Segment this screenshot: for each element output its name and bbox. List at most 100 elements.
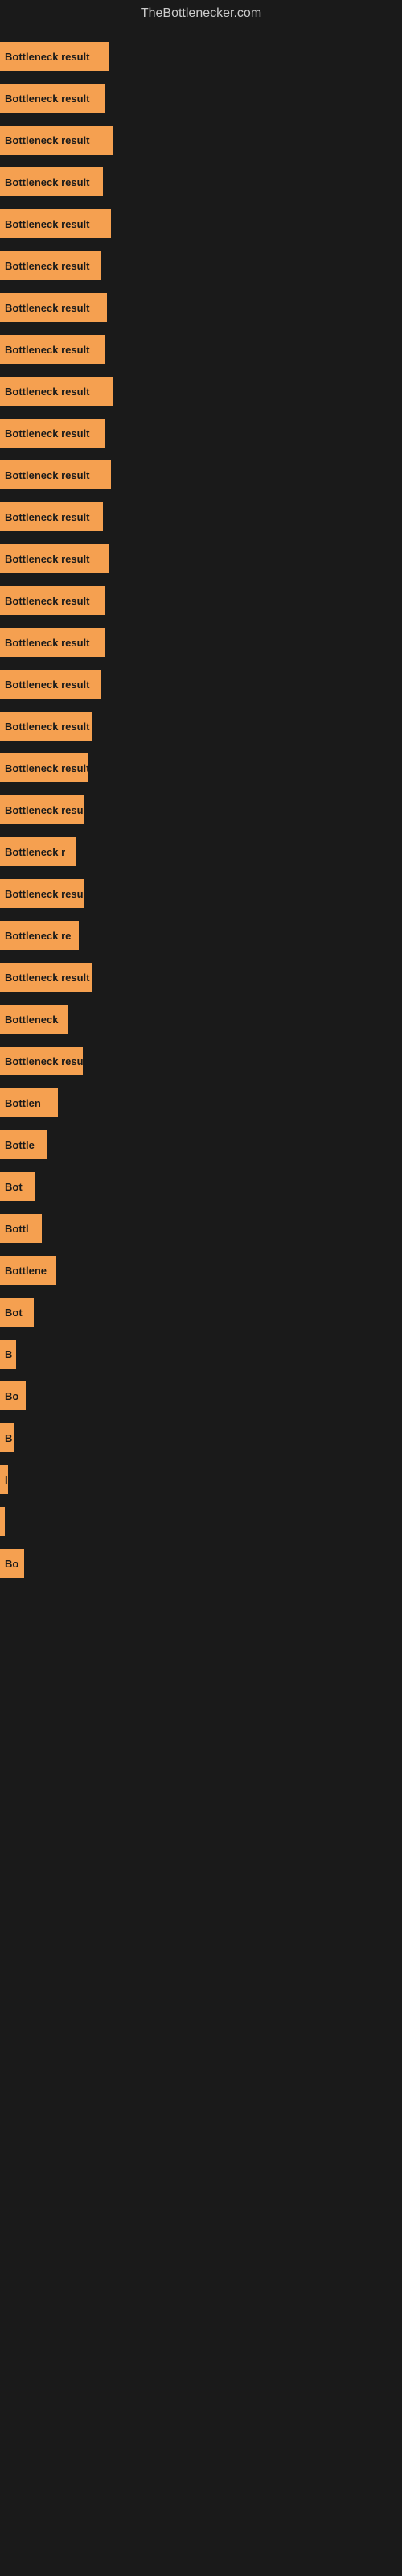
bottleneck-bar: Bot — [0, 1298, 34, 1327]
bar-label: Bo — [5, 1558, 18, 1570]
bar-label: I — [5, 1474, 8, 1486]
bar-row: Bottleneck resu — [0, 873, 402, 914]
bar-label: Bottleneck result — [5, 176, 89, 188]
bar-label: Bottleneck result — [5, 511, 89, 523]
bar-label: Bottleneck resu — [5, 888, 84, 900]
bar-label: Bottleneck resu — [5, 804, 84, 816]
bottleneck-bar: Bottleneck result — [0, 419, 105, 448]
bar-row: Bottleneck result — [0, 287, 402, 328]
bar-label: Bottleneck result — [5, 595, 89, 607]
bar-label: Bottleneck result — [5, 344, 89, 356]
bar-label: Bottleneck result — [5, 134, 89, 147]
bottleneck-bar: Bottl — [0, 1214, 42, 1243]
bar-row: Bottleneck result — [0, 370, 402, 412]
bar-label: Bottleneck result — [5, 972, 89, 984]
bottleneck-bar: Bottleneck result — [0, 670, 100, 699]
bar-row: Bottle — [0, 1124, 402, 1166]
bar-label: Bottleneck result — [5, 260, 89, 272]
bar-row: Bottleneck result — [0, 35, 402, 77]
bar-row: Bottl — [0, 1208, 402, 1249]
bottleneck-bar: Bottleneck result — [0, 712, 92, 741]
bottleneck-bar: Bottleneck result — [0, 628, 105, 657]
bar-row: Bottleneck result — [0, 245, 402, 287]
bar-label: Bottlen — [5, 1097, 41, 1109]
bottleneck-bar: Bottleneck result — [0, 335, 105, 364]
bar-label: Bottleneck re — [5, 930, 71, 942]
bottleneck-bar: Bottleneck result — [0, 126, 113, 155]
bar-row: Bottleneck result — [0, 705, 402, 747]
bar-row: Bottleneck result — [0, 538, 402, 580]
bottleneck-bar: Bottleneck result — [0, 753, 88, 782]
bar-label: Bottle — [5, 1139, 35, 1151]
bar-row: B — [0, 1417, 402, 1459]
bar-row: Bottlen — [0, 1082, 402, 1124]
bar-label: Bottlene — [5, 1265, 47, 1277]
bottleneck-bar: Bottleneck result — [0, 377, 113, 406]
bottleneck-bar — [0, 1507, 5, 1536]
bar-row: Bot — [0, 1166, 402, 1208]
bar-label: Bottleneck result — [5, 679, 89, 691]
bar-label: Bottleneck result — [5, 637, 89, 649]
bar-row: Bottleneck result — [0, 747, 402, 789]
bar-row: Bo — [0, 1375, 402, 1417]
bottleneck-bar: Bottleneck result — [0, 963, 92, 992]
bottleneck-bar: Bottleneck — [0, 1005, 68, 1034]
bar-label: Bottleneck result — [5, 218, 89, 230]
bottleneck-bar: Bottleneck result — [0, 42, 109, 71]
bottleneck-bar: Bottleneck result — [0, 293, 107, 322]
bar-row: Bottleneck result — [0, 203, 402, 245]
bottleneck-bar: Bottleneck result — [0, 84, 105, 113]
bar-row: Bottleneck r — [0, 831, 402, 873]
bar-label: Bot — [5, 1307, 23, 1319]
bar-row: Bottleneck — [0, 998, 402, 1040]
bar-label: Bottleneck resu — [5, 1055, 83, 1067]
bar-row: I — [0, 1459, 402, 1501]
bar-row: Bottleneck result — [0, 119, 402, 161]
bar-label: Bottleneck result — [5, 302, 89, 314]
bottleneck-bar: Bottlen — [0, 1088, 58, 1117]
bar-label: Bottleneck result — [5, 720, 89, 733]
bottleneck-bar: Bottleneck resu — [0, 1046, 83, 1075]
bar-label: B — [5, 1432, 12, 1444]
bottleneck-bar: I — [0, 1465, 8, 1494]
bottleneck-bar: Bottleneck result — [0, 167, 103, 196]
bottleneck-bar: B — [0, 1423, 14, 1452]
bar-row: Bottlene — [0, 1249, 402, 1291]
bar-label: Bottleneck result — [5, 469, 89, 481]
site-title: TheBottlenecker.com — [0, 0, 402, 27]
bar-label: Bottleneck result — [5, 762, 88, 774]
bar-label: Bottleneck r — [5, 846, 65, 858]
bottleneck-bar: Bottleneck result — [0, 209, 111, 238]
bottleneck-bar: Bottleneck re — [0, 921, 79, 950]
bar-row: Bottleneck result — [0, 663, 402, 705]
bar-row: B — [0, 1333, 402, 1375]
bottleneck-bar: Bottleneck resu — [0, 795, 84, 824]
bars-container: Bottleneck result Bottleneck result Bottle… — [0, 27, 402, 1592]
bar-row: Bottleneck result — [0, 454, 402, 496]
bottleneck-bar: Bottleneck result — [0, 251, 100, 280]
bar-label: Bo — [5, 1390, 18, 1402]
bar-label: Bottleneck — [5, 1013, 58, 1026]
bar-row: Bottleneck result — [0, 621, 402, 663]
bottleneck-bar: Bo — [0, 1381, 26, 1410]
bottleneck-bar: Bottleneck result — [0, 544, 109, 573]
bar-label: Bot — [5, 1181, 23, 1193]
bottleneck-bar: B — [0, 1340, 16, 1368]
bar-row: Bot — [0, 1291, 402, 1333]
bar-row: Bottleneck resu — [0, 1040, 402, 1082]
bottleneck-bar: Bottleneck r — [0, 837, 76, 866]
bar-label: Bottleneck result — [5, 553, 89, 565]
bar-row: Bottleneck re — [0, 914, 402, 956]
bottleneck-bar: Bo — [0, 1549, 24, 1578]
bottleneck-bar: Bottleneck result — [0, 460, 111, 489]
bar-label: Bottl — [5, 1223, 29, 1235]
bar-row: Bottleneck result — [0, 77, 402, 119]
bar-label: Bottleneck result — [5, 51, 89, 63]
bar-row: Bottleneck result — [0, 956, 402, 998]
bottleneck-bar: Bottleneck resu — [0, 879, 84, 908]
bar-row: Bottleneck result — [0, 412, 402, 454]
bottleneck-bar: Bot — [0, 1172, 35, 1201]
bottleneck-bar: Bottle — [0, 1130, 47, 1159]
bar-row: Bottleneck result — [0, 161, 402, 203]
bottleneck-bar: Bottleneck result — [0, 502, 103, 531]
